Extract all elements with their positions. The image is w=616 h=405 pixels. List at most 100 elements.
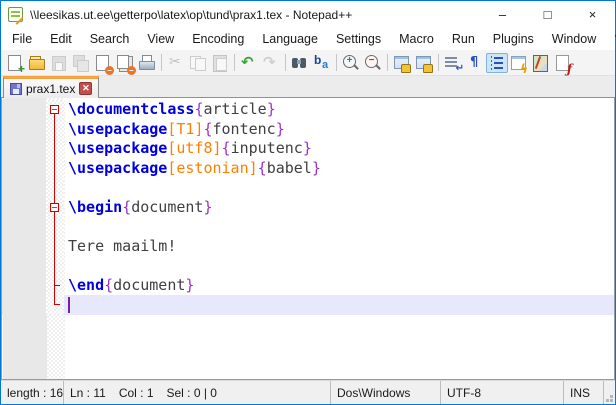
copy-icon [187,53,209,73]
code-text[interactable] [64,256,614,276]
code-segment: babel [267,159,312,177]
tab-prax1-tex[interactable]: prax1.tex ✕ [3,76,99,98]
fold-marker[interactable] [46,198,64,218]
sync-vertical-icon[interactable] [391,53,413,73]
status-cursor-position: Ln : 11 Col : 1 Sel : 0 | 0 [64,381,331,404]
menu-item-file[interactable]: File [3,30,41,48]
menu-item-help[interactable]: ? [605,30,616,48]
menu-item-language[interactable]: Language [253,30,327,48]
status-encoding[interactable]: UTF-8 [441,381,564,404]
editor-line[interactable]: 10\end{document} [2,276,614,296]
code-text[interactable] [64,178,614,198]
zoom-out-icon[interactable] [362,53,384,73]
toolbar-separator [161,54,162,71]
code-segment: \documentclass [68,100,194,118]
code-segment: } [203,198,212,216]
status-insert-mode[interactable]: INS [564,381,604,404]
save-all-icon [70,53,92,73]
code-segment: [utf8] [167,139,221,157]
word-wrap-icon[interactable] [442,53,464,73]
code-segment: inputenc [231,139,303,157]
minimize-button[interactable]: – [480,1,525,28]
window-controls: – □ × [480,1,615,28]
code-text[interactable] [64,217,614,237]
status-column: Col : 1 [119,386,154,400]
redo-icon [260,53,282,73]
function-list-icon[interactable] [552,53,574,73]
menu-item-window[interactable]: Window [543,30,605,48]
code-segment: } [185,276,194,294]
user-defined-language-icon[interactable] [508,53,530,73]
status-doc-length: length : 165 [1,381,64,404]
code-segment: \usepackage [68,139,167,157]
editor-area[interactable]: 1\documentclass{article}2\usepackage[T1]… [1,98,615,380]
status-eol-format[interactable]: Dos\Windows [331,381,441,404]
status-bar: length : 165 Ln : 11 Col : 1 Sel : 0 | 0… [1,380,615,404]
close-button[interactable]: × [570,1,615,28]
document-map-icon[interactable] [530,53,552,73]
print-icon[interactable] [136,53,158,73]
menu-item-settings[interactable]: Settings [327,30,390,48]
editor-line[interactable]: 8Tere maailm! [2,237,614,257]
open-file-icon[interactable] [26,53,48,73]
editor-line[interactable]: 11 [2,295,614,315]
close-all-icon[interactable] [114,53,136,73]
cut-icon [165,53,187,73]
line-number-margin [3,98,47,379]
fold-marker[interactable] [46,100,64,120]
show-all-characters-icon[interactable] [464,53,486,73]
code-text[interactable]: \begin{document} [64,198,614,218]
menu-item-run[interactable]: Run [443,30,484,48]
code-text[interactable]: Tere maailm! [64,237,614,257]
fold-marker [46,217,64,237]
code-segment: } [312,159,321,177]
sync-horizontal-icon[interactable] [413,53,435,73]
fold-collapse-box-icon[interactable] [50,105,59,114]
editor-line[interactable]: 1\documentclass{article} [2,100,614,120]
menu-item-search[interactable]: Search [81,30,139,48]
find-icon[interactable] [289,53,311,73]
undo-icon[interactable] [238,53,260,73]
menu-item-encoding[interactable]: Encoding [183,30,253,48]
code-segment: \usepackage [68,120,167,138]
maximize-button[interactable]: □ [525,1,570,28]
editor-line[interactable]: 7 [2,217,614,237]
code-text[interactable]: \end{document} [64,276,614,296]
paste-icon [209,53,231,73]
saved-file-icon [10,83,22,95]
code-segment: { [203,120,212,138]
fold-marker [46,120,64,140]
menu-item-edit[interactable]: Edit [41,30,81,48]
editor-line[interactable]: 4\usepackage[estonian]{babel} [2,159,614,179]
menu-item-plugins[interactable]: Plugins [484,30,543,48]
close-file-icon[interactable] [92,53,114,73]
code-segment: [estonian] [167,159,257,177]
editor-line[interactable]: 3\usepackage[utf8]{inputenc} [2,139,614,159]
notepad-plus-plus-icon [8,7,23,22]
show-indent-guide-icon[interactable] [486,53,508,73]
fold-marker [46,295,64,315]
zoom-in-icon[interactable] [340,53,362,73]
code-text[interactable] [64,295,614,315]
editor-line[interactable]: 2\usepackage[T1]{fontenc} [2,120,614,140]
tab-close-icon[interactable]: ✕ [79,82,92,95]
text-caret [68,297,70,313]
code-text[interactable]: \usepackage[T1]{fontenc} [64,120,614,140]
resize-grip[interactable] [610,399,613,402]
new-file-icon[interactable] [4,53,26,73]
code-segment: article [203,100,266,118]
menu-item-view[interactable]: View [138,30,183,48]
fold-collapse-box-icon[interactable] [50,203,59,212]
code-text[interactable]: \usepackage[estonian]{babel} [64,159,614,179]
code-text[interactable]: \usepackage[utf8]{inputenc} [64,139,614,159]
replace-icon[interactable] [311,53,333,73]
code-segment: } [267,100,276,118]
fold-marker [46,256,64,276]
editor-line[interactable]: 5 [2,178,614,198]
code-segment: document [131,198,203,216]
notepad-plus-plus-window: { "window": { "title": "\\\\leesikas.ut.… [0,0,616,405]
code-text[interactable]: \documentclass{article} [64,100,614,120]
editor-line[interactable]: 6\begin{document} [2,198,614,218]
menu-item-macro[interactable]: Macro [390,30,443,48]
editor-line[interactable]: 9 [2,256,614,276]
